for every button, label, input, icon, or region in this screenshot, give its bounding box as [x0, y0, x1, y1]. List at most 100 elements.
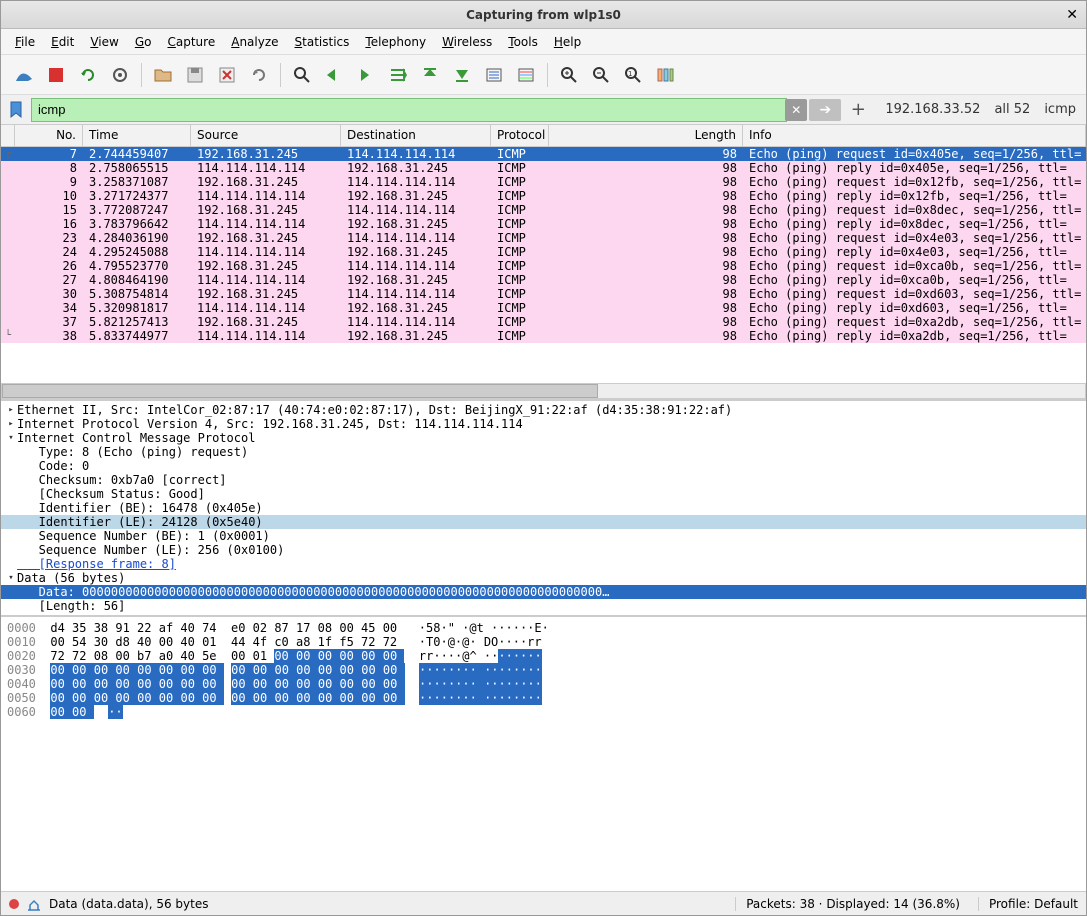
resize-columns-button[interactable] [650, 60, 680, 90]
col-no[interactable]: No. [15, 125, 83, 146]
shark-fin-icon[interactable] [9, 60, 39, 90]
detail-row[interactable]: [Length: 56] [1, 599, 1086, 613]
capture-options-button[interactable] [105, 60, 135, 90]
clear-filter-button[interactable]: ✕ [785, 99, 807, 121]
status-packets: Packets: 38 · Displayed: 14 (36.8%) [735, 897, 960, 911]
detail-row[interactable]: Identifier (LE): 24128 (0x5e40) [1, 515, 1086, 529]
auto-scroll-button[interactable] [479, 60, 509, 90]
detail-row[interactable]: ▾Internet Control Message Protocol [1, 431, 1086, 445]
go-back-button[interactable] [319, 60, 349, 90]
detail-row[interactable]: ▸Internet Protocol Version 4, Src: 192.1… [1, 417, 1086, 431]
packet-row[interactable]: 305.308754814192.168.31.245114.114.114.1… [1, 287, 1086, 301]
menu-capture[interactable]: Capture [161, 32, 221, 52]
detail-row[interactable]: Checksum: 0xb7a0 [correct] [1, 473, 1086, 487]
menu-wireless[interactable]: Wireless [436, 32, 498, 52]
detail-row[interactable]: Type: 8 (Echo (ping) request) [1, 445, 1086, 459]
detail-row[interactable]: Code: 0 [1, 459, 1086, 473]
menu-go[interactable]: Go [129, 32, 158, 52]
display-filter-input[interactable] [31, 98, 787, 122]
packet-row[interactable]: 274.808464190114.114.114.114192.168.31.2… [1, 273, 1086, 287]
packet-row[interactable]: 103.271724377114.114.114.114192.168.31.2… [1, 189, 1086, 203]
detail-row[interactable]: ▸Ethernet II, Src: IntelCor_02:87:17 (40… [1, 403, 1086, 417]
packet-row[interactable]: 375.821257413192.168.31.245114.114.114.1… [1, 315, 1086, 329]
hex-row[interactable]: 0010 00 54 30 d8 40 00 40 01 44 4f c0 a8… [7, 635, 1080, 649]
detail-row[interactable]: ▾Data (56 bytes) [1, 571, 1086, 585]
menu-statistics[interactable]: Statistics [289, 32, 356, 52]
apply-filter-button[interactable]: ➔ [809, 99, 841, 121]
detail-row[interactable]: Identifier (BE): 16478 (0x405e) [1, 501, 1086, 515]
packet-list-body[interactable]: ┌72.744459407192.168.31.245114.114.114.1… [1, 147, 1086, 343]
packet-row[interactable]: 264.795523770192.168.31.245114.114.114.1… [1, 259, 1086, 273]
packet-row[interactable]: 82.758065515114.114.114.114192.168.31.24… [1, 161, 1086, 175]
packet-row[interactable]: └385.833744977114.114.114.114192.168.31.… [1, 329, 1086, 343]
stop-capture-button[interactable] [41, 60, 71, 90]
packet-row[interactable]: ┌72.744459407192.168.31.245114.114.114.1… [1, 147, 1086, 161]
menu-analyze[interactable]: Analyze [225, 32, 284, 52]
menu-telephony[interactable]: Telephony [359, 32, 432, 52]
bookmark-filter-icon[interactable] [5, 99, 27, 121]
packet-list-pane: No. Time Source Destination Protocol Len… [1, 125, 1086, 401]
packet-row[interactable]: 345.320981817114.114.114.114192.168.31.2… [1, 301, 1086, 315]
packet-list-header[interactable]: No. Time Source Destination Protocol Len… [1, 125, 1086, 147]
col-time[interactable]: Time [83, 125, 191, 146]
colorize-button[interactable] [511, 60, 541, 90]
packet-scrollbar[interactable] [1, 383, 1086, 399]
status-field: Data (data.data), 56 bytes [49, 897, 717, 911]
status-count: all 52 [994, 102, 1030, 117]
separator [547, 63, 548, 87]
toolbar: 1 [1, 55, 1086, 95]
expert-info-icon[interactable] [27, 897, 41, 911]
col-length[interactable]: Length [549, 125, 743, 146]
menu-edit[interactable]: Edit [45, 32, 80, 52]
close-file-button[interactable] [212, 60, 242, 90]
detail-row[interactable]: Data: 0000000000000000000000000000000000… [1, 585, 1086, 599]
go-to-packet-button[interactable] [383, 60, 413, 90]
col-source[interactable]: Source [191, 125, 341, 146]
go-forward-button[interactable] [351, 60, 381, 90]
hex-row[interactable]: 0020 72 72 08 00 b7 a0 40 5e 00 01 00 00… [7, 649, 1080, 663]
packet-bytes-pane[interactable]: 0000 d4 35 38 91 22 af 40 74 e0 02 87 17… [1, 617, 1086, 891]
hex-row[interactable]: 0050 00 00 00 00 00 00 00 00 00 00 00 00… [7, 691, 1080, 705]
col-protocol[interactable]: Protocol [491, 125, 549, 146]
zoom-reset-button[interactable]: 1 [618, 60, 648, 90]
menu-view[interactable]: View [84, 32, 124, 52]
hex-row[interactable]: 0030 00 00 00 00 00 00 00 00 00 00 00 00… [7, 663, 1080, 677]
detail-row[interactable]: Sequence Number (LE): 256 (0x0100) [1, 543, 1086, 557]
reload-button[interactable] [244, 60, 274, 90]
col-destination[interactable]: Destination [341, 125, 491, 146]
close-icon[interactable]: ✕ [1066, 7, 1078, 23]
find-button[interactable] [287, 60, 317, 90]
menubar: FileEditViewGoCaptureAnalyzeStatisticsTe… [1, 29, 1086, 55]
zoom-out-button[interactable] [586, 60, 616, 90]
hex-row[interactable]: 0000 d4 35 38 91 22 af 40 74 e0 02 87 17… [7, 621, 1080, 635]
packet-details-pane[interactable]: ▸Ethernet II, Src: IntelCor_02:87:17 (40… [1, 401, 1086, 617]
packet-row[interactable]: 244.295245088114.114.114.114192.168.31.2… [1, 245, 1086, 259]
hex-row[interactable]: 0040 00 00 00 00 00 00 00 00 00 00 00 00… [7, 677, 1080, 691]
status-profile[interactable]: Profile: Default [978, 897, 1078, 911]
detail-row[interactable]: Sequence Number (BE): 1 (0x0001) [1, 529, 1086, 543]
packet-row[interactable]: 153.772087247192.168.31.245114.114.114.1… [1, 203, 1086, 217]
detail-row[interactable]: [Checksum Status: Good] [1, 487, 1086, 501]
packet-row[interactable]: 163.783796642114.114.114.114192.168.31.2… [1, 217, 1086, 231]
go-first-button[interactable] [415, 60, 445, 90]
open-file-button[interactable] [148, 60, 178, 90]
menu-file[interactable]: File [9, 32, 41, 52]
window-title: Capturing from wlp1s0 [466, 8, 621, 22]
hex-row[interactable]: 0060 00 00 ·· [7, 705, 1080, 719]
packet-row[interactable]: 234.284036190192.168.31.245114.114.114.1… [1, 231, 1086, 245]
menu-tools[interactable]: Tools [502, 32, 544, 52]
packet-row[interactable]: 93.258371087192.168.31.245114.114.114.11… [1, 175, 1086, 189]
zoom-in-button[interactable] [554, 60, 584, 90]
save-file-button[interactable] [180, 60, 210, 90]
add-filter-button[interactable]: + [847, 99, 869, 120]
status-ip: 192.168.33.52 [885, 102, 980, 117]
restart-capture-button[interactable] [73, 60, 103, 90]
separator [280, 63, 281, 87]
go-last-button[interactable] [447, 60, 477, 90]
menu-help[interactable]: Help [548, 32, 587, 52]
detail-row[interactable]: [Response frame: 8] [1, 557, 1086, 571]
svg-text:1: 1 [628, 70, 632, 78]
filter-status: 192.168.33.52 all 52 icmp [875, 102, 1086, 117]
col-info[interactable]: Info [743, 125, 1086, 146]
capture-indicator-icon[interactable] [9, 899, 19, 909]
